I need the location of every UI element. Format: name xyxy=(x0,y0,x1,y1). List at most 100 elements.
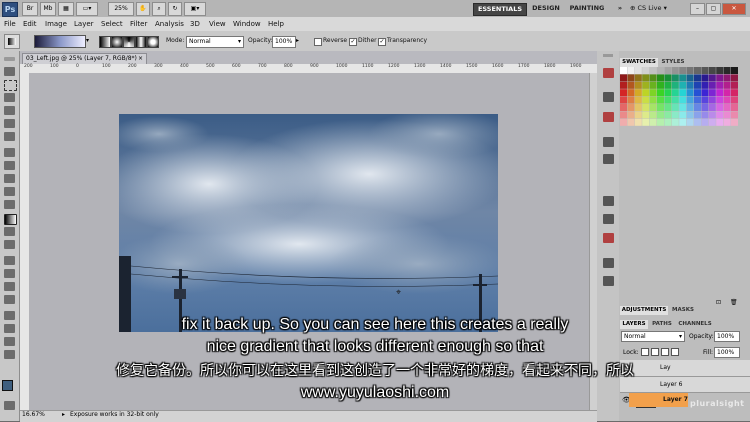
swatch-color[interactable] xyxy=(723,74,731,82)
swatch-color[interactable] xyxy=(642,89,650,97)
swatch-color[interactable] xyxy=(634,111,642,119)
menu-filter[interactable]: Filter xyxy=(130,18,147,30)
swatch-color[interactable] xyxy=(723,81,731,89)
chevron-right-icon[interactable]: ▸ xyxy=(62,411,65,418)
menu-3d[interactable]: 3D xyxy=(190,18,200,30)
swatch-color[interactable] xyxy=(634,118,642,126)
swatch-color[interactable] xyxy=(701,81,709,89)
panel-grip[interactable] xyxy=(603,54,613,57)
swatch-color[interactable] xyxy=(723,96,731,104)
pen-tool-icon[interactable] xyxy=(4,256,15,265)
paragraph-icon[interactable] xyxy=(603,276,614,286)
swatch-color[interactable] xyxy=(634,74,642,82)
swatch-color[interactable] xyxy=(627,118,635,126)
zoom-tool-button[interactable]: ⌕ xyxy=(152,2,166,16)
swatch-color[interactable] xyxy=(649,104,657,111)
swatch-color[interactable] xyxy=(694,96,701,104)
swatch-color[interactable] xyxy=(686,74,694,82)
swatch-color[interactable] xyxy=(679,81,687,89)
radial-gradient-button[interactable] xyxy=(111,36,123,48)
chevron-down-icon[interactable]: ▾ xyxy=(86,37,92,45)
swatch-color[interactable] xyxy=(649,89,657,97)
swatch-color[interactable] xyxy=(649,74,657,82)
swatch-color[interactable] xyxy=(723,67,731,74)
swatch-color[interactable] xyxy=(679,74,687,82)
swatch-color[interactable] xyxy=(694,81,701,89)
swatch-color[interactable] xyxy=(716,67,724,74)
swatch-color[interactable] xyxy=(686,81,694,89)
rotate-view-button[interactable]: ↻ xyxy=(168,2,182,16)
shape-tool-icon[interactable] xyxy=(4,295,15,304)
swatch-color[interactable] xyxy=(679,96,687,104)
angle-gradient-button[interactable] xyxy=(123,36,135,48)
swatch-color[interactable] xyxy=(701,67,709,74)
swatch-color[interactable] xyxy=(671,81,679,89)
swatch-color[interactable] xyxy=(731,111,738,119)
gradient-picker[interactable] xyxy=(34,35,86,48)
swatch-color[interactable] xyxy=(642,81,650,89)
swatch-color[interactable] xyxy=(701,96,709,104)
swatch-color[interactable] xyxy=(679,67,687,74)
swatch-color[interactable] xyxy=(634,81,642,89)
swatch-color[interactable] xyxy=(671,67,679,74)
swatch-color[interactable] xyxy=(731,96,738,104)
swatch-color[interactable] xyxy=(723,89,731,97)
tool-presets-icon[interactable] xyxy=(603,214,614,224)
swatch-color[interactable] xyxy=(723,111,731,119)
swatch-color[interactable] xyxy=(708,89,716,97)
swatch-grid[interactable] xyxy=(620,67,738,127)
swatch-color[interactable] xyxy=(620,111,627,119)
character-icon[interactable] xyxy=(603,258,614,268)
swatch-color[interactable] xyxy=(679,89,687,97)
swatch-color[interactable] xyxy=(723,118,731,126)
reverse-checkbox[interactable] xyxy=(314,38,322,46)
swatch-color[interactable] xyxy=(708,74,716,82)
swatch-color[interactable] xyxy=(664,111,672,119)
swatch-color[interactable] xyxy=(694,104,701,111)
linear-gradient-button[interactable] xyxy=(99,36,111,48)
hand-tool-button[interactable]: ✋ xyxy=(136,2,150,16)
quick-mask-icon[interactable] xyxy=(4,401,15,410)
healing-brush-tool-icon[interactable] xyxy=(4,148,15,157)
swatch-color[interactable] xyxy=(649,111,657,119)
swatch-color[interactable] xyxy=(620,67,627,74)
swatch-color[interactable] xyxy=(701,104,709,111)
new-swatch-icon[interactable]: ⊡ xyxy=(716,299,721,306)
zoom-level-dropdown[interactable]: 25% xyxy=(108,2,134,16)
swatch-color[interactable] xyxy=(716,81,724,89)
swatch-color[interactable] xyxy=(686,67,694,74)
styles-icon[interactable] xyxy=(603,233,614,243)
swatch-color[interactable] xyxy=(649,67,657,74)
menu-window[interactable]: Window xyxy=(233,18,261,30)
view-extras-button[interactable]: ▦ xyxy=(58,2,74,16)
swatch-color[interactable] xyxy=(634,89,642,97)
arrange-documents-button[interactable]: ▭▾ xyxy=(76,2,98,16)
swatch-color[interactable] xyxy=(701,89,709,97)
restore-button[interactable]: ▢ xyxy=(706,3,721,15)
swatch-color[interactable] xyxy=(634,104,642,111)
swatch-color[interactable] xyxy=(620,104,627,111)
menu-help[interactable]: Help xyxy=(268,18,284,30)
swatch-color[interactable] xyxy=(731,81,738,89)
cs-live-button[interactable]: ⊕ CS Live ▾ xyxy=(630,3,682,14)
swatch-color[interactable] xyxy=(642,111,650,119)
swatch-color[interactable] xyxy=(664,81,672,89)
swatch-color[interactable] xyxy=(620,81,627,89)
swatch-color[interactable] xyxy=(708,111,716,119)
transparency-checkbox[interactable]: ✓ xyxy=(378,38,386,46)
clone-source-icon[interactable] xyxy=(603,154,614,164)
swatch-color[interactable] xyxy=(694,74,701,82)
type-tool-icon[interactable] xyxy=(4,269,15,278)
tab-swatches[interactable]: SWATCHES xyxy=(620,58,658,67)
swatch-color[interactable] xyxy=(657,111,664,119)
screen-mode-button[interactable]: ▣▾ xyxy=(184,2,206,16)
swatch-color[interactable] xyxy=(723,104,731,111)
tab-adjustments[interactable]: ADJUSTMENTS xyxy=(620,306,668,315)
swatch-color[interactable] xyxy=(701,111,709,119)
swatch-color[interactable] xyxy=(671,118,679,126)
tool-preset-picker[interactable] xyxy=(4,34,20,49)
diamond-gradient-button[interactable] xyxy=(147,36,159,48)
swatch-color[interactable] xyxy=(686,89,694,97)
swatch-color[interactable] xyxy=(716,74,724,82)
gradient-tool-icon[interactable] xyxy=(4,214,17,225)
